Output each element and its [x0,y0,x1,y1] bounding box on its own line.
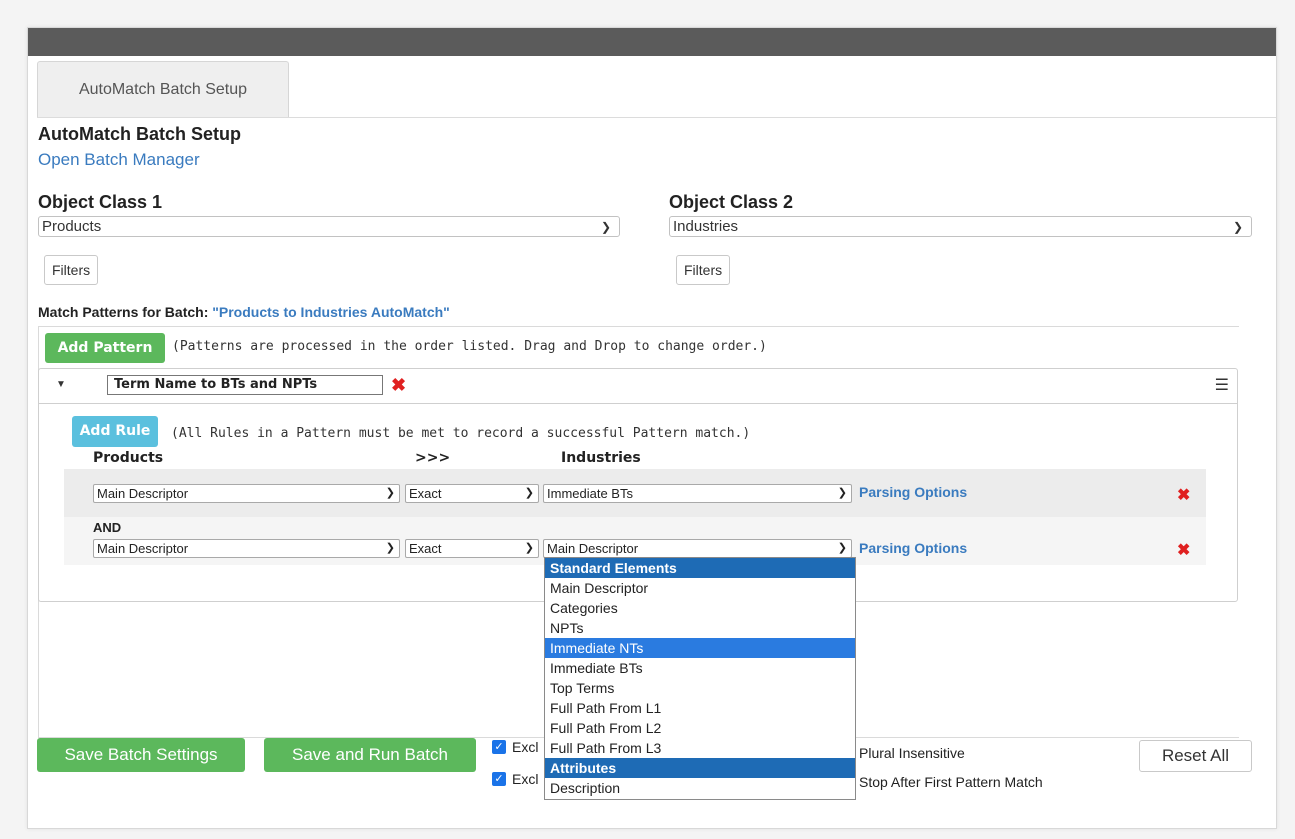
reset-all-button[interactable]: Reset All [1139,740,1252,772]
object-class-1-select[interactable]: Products ❯ [38,216,620,237]
rule-1-right-value: Immediate BTs [547,486,633,501]
dropdown-option[interactable]: Top Terms [545,678,855,698]
save-and-run-batch-button[interactable]: Save and Run Batch [264,738,476,772]
rule-1-left-value: Main Descriptor [97,486,189,501]
delete-rule-1-icon[interactable]: ✖ [1177,485,1190,505]
top-bar [28,28,1276,56]
column-header-arrows: >>> [415,450,451,466]
chevron-down-icon: ❯ [1232,220,1243,234]
drag-handle-icon[interactable]: ☰ [1215,375,1229,395]
dropdown-option[interactable]: Full Path From L2 [545,718,855,738]
rule-2-operator-select[interactable]: Exact ❯ [405,539,539,558]
rule-2-right-value: Main Descriptor [547,541,639,556]
object-class-2-select[interactable]: Industries ❯ [669,216,1252,237]
dropdown-option[interactable]: Full Path From L3 [545,738,855,758]
rule-1-left-select[interactable]: Main Descriptor ❯ [93,484,400,503]
save-batch-settings-button[interactable]: Save Batch Settings [37,738,245,772]
main-window: AutoMatch Batch Setup AutoMatch Batch Se… [27,27,1277,829]
plural-insensitive-label: Plural Insensitive [859,745,965,761]
exclude-option-2-checkbox[interactable]: ✓ [492,772,506,786]
tab-divider [37,117,1276,118]
exclude-option-1-label: Excl [512,739,539,755]
tab-automatch-batch-setup[interactable]: AutoMatch Batch Setup [37,61,289,118]
rule-2-operator-value: Exact [409,541,442,556]
rule-2-parsing-options-link[interactable]: Parsing Options [859,540,967,556]
dropdown-option[interactable]: Main Descriptor [545,578,855,598]
delete-rule-2-icon[interactable]: ✖ [1177,540,1190,560]
add-rule-button[interactable]: Add Rule [72,416,158,447]
and-label: AND [93,520,122,535]
match-patterns-label: Match Patterns for Batch: "Products to I… [38,304,450,320]
chevron-down-icon: ❯ [385,542,395,554]
open-batch-manager-link[interactable]: Open Batch Manager [38,150,200,170]
column-header-products: Products [93,450,164,466]
chevron-down-icon: ❯ [385,487,395,499]
pattern-name-input[interactable]: Term Name to BTs and NPTs [107,375,383,395]
rule-1-operator-value: Exact [409,486,442,501]
delete-pattern-icon[interactable]: ✖ [391,375,406,396]
chevron-down-icon: ❯ [837,542,847,554]
object-class-1-label: Object Class 1 [38,192,163,212]
chevron-down-icon: ❯ [600,220,611,234]
rule-2-left-select[interactable]: Main Descriptor ❯ [93,539,400,558]
rule-1-operator-select[interactable]: Exact ❯ [405,484,539,503]
dropdown-option[interactable]: Immediate NTs [545,638,855,658]
dropdown-group-header: Attributes [545,758,855,778]
rule-1-parsing-options-link[interactable]: Parsing Options [859,484,967,500]
chevron-down-icon: ❯ [524,487,534,499]
rule-2-right-dropdown-list[interactable]: Standard Elements Main Descriptor Categori… [544,557,856,800]
chevron-down-icon: ❯ [524,542,534,554]
collapse-caret-icon[interactable]: ▼ [56,379,66,390]
rule-1-right-select[interactable]: Immediate BTs ❯ [543,484,852,503]
match-patterns-prefix: Match Patterns for Batch: [38,304,209,320]
object-class-2-value: Industries [673,218,739,235]
rule-2-left-value: Main Descriptor [97,541,189,556]
dropdown-group-header: Standard Elements [545,558,855,578]
add-pattern-button[interactable]: Add Pattern [45,333,165,363]
pattern-hint: (Patterns are processed in the order lis… [172,339,767,354]
column-header-industries: Industries [561,450,641,466]
pattern-header: ▼ Term Name to BTs and NPTs ✖ ☰ [39,369,1237,404]
dropdown-option[interactable]: Description [545,778,855,798]
exclude-option-1-checkbox[interactable]: ✓ [492,740,506,754]
batch-name: "Products to Industries AutoMatch" [212,304,450,320]
rule-2-right-select[interactable]: Main Descriptor ❯ [543,539,852,558]
chevron-down-icon: ❯ [837,487,847,499]
dropdown-option[interactable]: Immediate BTs [545,658,855,678]
rule-hint: (All Rules in a Pattern must be met to r… [171,426,751,441]
dropdown-option[interactable]: NPTs [545,618,855,638]
stop-after-first-match-label: Stop After First Pattern Match [859,774,1043,790]
dropdown-option[interactable]: Categories [545,598,855,618]
object-class-1-value: Products [42,218,102,235]
exclude-option-2-label: Excl [512,771,539,787]
page-title: AutoMatch Batch Setup [38,124,242,144]
filters-button-1[interactable]: Filters [44,255,99,285]
object-class-2-label: Object Class 2 [669,192,794,212]
dropdown-option[interactable]: Full Path From L1 [545,698,855,718]
filters-button-2[interactable]: Filters [676,255,731,285]
